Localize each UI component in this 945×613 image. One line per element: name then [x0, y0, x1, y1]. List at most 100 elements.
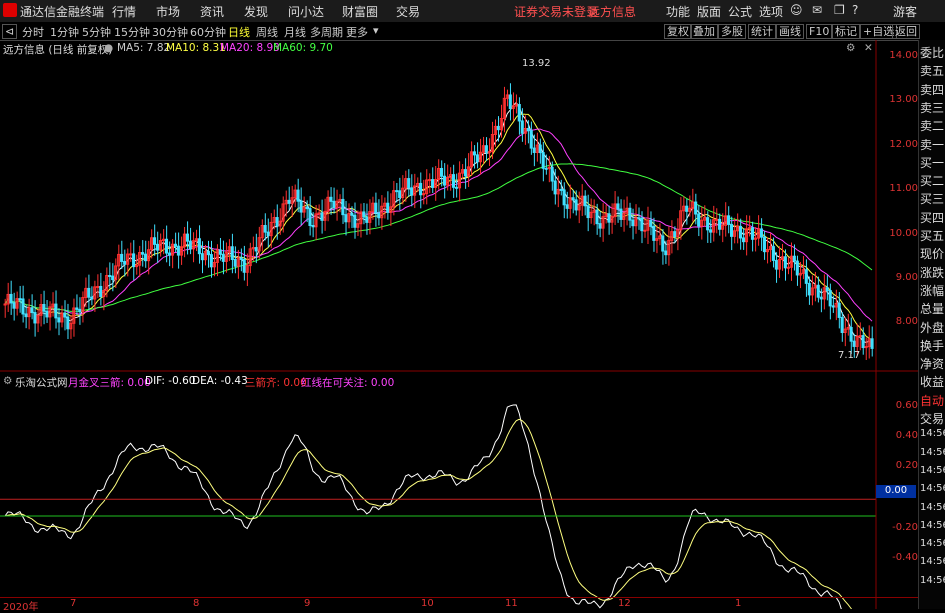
candle-body — [329, 196, 333, 202]
candle-body — [141, 252, 145, 255]
period-60min[interactable]: 60分钟 — [190, 24, 226, 40]
x-tick: 7 — [70, 598, 77, 609]
candle-body — [75, 307, 79, 310]
side-panel-item: 买四 — [920, 210, 945, 225]
menu-layout[interactable]: 版面 — [697, 3, 721, 20]
candle-body — [729, 223, 734, 237]
candle-body — [305, 206, 309, 210]
candle-body — [786, 266, 790, 269]
candle-body — [583, 195, 587, 207]
y-tick: 12.00 — [889, 139, 918, 150]
candle-body — [428, 179, 432, 182]
candle-body — [185, 233, 189, 242]
menu-formula[interactable]: 公式 — [728, 3, 752, 20]
candle-body — [454, 186, 459, 189]
candle-body — [541, 152, 545, 169]
menu-market[interactable]: 市场 — [156, 3, 180, 20]
candle-body — [66, 316, 70, 330]
macd-y-tick: 0.60 — [895, 400, 918, 411]
period-daily[interactable]: 日线 — [228, 24, 250, 40]
back-icon[interactable]: ⊲ — [2, 24, 18, 39]
macd-y-tick: -0.20 — [892, 522, 918, 533]
period-monthly[interactable]: 月线 — [284, 24, 306, 40]
candle-body — [200, 253, 204, 261]
candle-body — [727, 215, 731, 225]
period-15min[interactable]: 15分钟 — [114, 24, 150, 40]
face-icon[interactable]: ☺ — [790, 3, 803, 17]
period-30min[interactable]: 30分钟 — [152, 24, 188, 40]
quote-side-panel[interactable]: 委比 卖五 卖四 卖三 卖二 卖一 买一 买二 买三 买四 买五 现价 涨跌 涨幅 总量 外盘 换手 净资 收益 自动… — [918, 40, 945, 609]
candle-body — [706, 217, 710, 231]
side-panel-item: 买二 — [920, 174, 945, 189]
adjust-button[interactable]: 复权 — [664, 24, 692, 39]
candle-body — [816, 284, 820, 298]
low-price-label: 7.17 — [838, 350, 861, 361]
candle-body — [864, 346, 868, 349]
side-panel-item: 卖一 — [920, 137, 945, 152]
menu-trade[interactable]: 交易 — [396, 3, 420, 20]
menu-news[interactable]: 资讯 — [200, 3, 224, 20]
x-tick: 8 — [193, 598, 200, 609]
candle-body — [45, 310, 49, 318]
period-multi[interactable]: 多周期 — [310, 24, 343, 40]
zero-value-badge: 0.00 — [876, 485, 916, 498]
period-5min[interactable]: 5分钟 — [82, 24, 111, 40]
period-more[interactable]: 更多 — [346, 24, 368, 40]
candle-body — [63, 312, 67, 318]
login-notice[interactable]: 证券交易未登录 — [514, 3, 598, 20]
candle-body — [78, 308, 82, 313]
candle-body — [783, 256, 787, 269]
overlay-button[interactable]: 叠加 — [690, 24, 718, 39]
dea-line — [4, 418, 853, 609]
candle-body — [496, 125, 500, 131]
menu-assistant[interactable]: 问小达 — [288, 3, 324, 20]
side-panel-item: 买五 — [920, 229, 945, 243]
kline-chart[interactable] — [0, 40, 918, 609]
candle-body — [640, 217, 644, 232]
draw-button[interactable]: 画线 — [776, 24, 804, 39]
f10-button[interactable]: F10 — [806, 24, 833, 39]
multi-stock-button[interactable]: 多股 — [718, 24, 746, 39]
menu-function[interactable]: 功能 — [666, 3, 690, 20]
menu-options[interactable]: 选项 — [759, 3, 783, 20]
candle-body — [350, 212, 354, 216]
candle-body — [586, 205, 590, 219]
side-panel-item: 14:56 — [920, 538, 945, 550]
candle-body — [771, 246, 775, 261]
candle-body — [398, 190, 402, 198]
indicator-settings-icon[interactable]: ⚙ — [3, 375, 12, 387]
candle-body — [341, 198, 345, 216]
restore-icon[interactable]: ❐ — [834, 3, 845, 17]
period-1min[interactable]: 1分钟 — [50, 24, 79, 40]
candle-body — [637, 217, 641, 220]
help-icon[interactable]: ? — [852, 3, 858, 17]
indicator-name[interactable]: 乐淘公式网 — [15, 375, 68, 390]
guest-label[interactable]: 游客 — [893, 3, 917, 20]
candle-body — [12, 302, 16, 309]
candle-body — [296, 189, 300, 202]
side-panel-item: 换手 — [920, 338, 945, 353]
candle-body — [750, 227, 755, 240]
menu-wealth[interactable]: 财富圈 — [342, 3, 378, 20]
mark-button[interactable]: 标记 — [832, 24, 860, 39]
candle-body — [254, 247, 258, 252]
candle-body — [120, 253, 124, 262]
candle-body — [538, 144, 542, 154]
candle-body — [825, 287, 829, 291]
period-weekly[interactable]: 周线 — [256, 24, 278, 40]
period-tick[interactable]: 分时 — [22, 24, 44, 40]
return-button[interactable]: 返回 — [892, 24, 920, 39]
menu-discover[interactable]: 发现 — [244, 3, 268, 20]
macd-y-tick: 0.20 — [895, 460, 918, 471]
candle-body — [795, 260, 799, 276]
period-bar: ⊲ 分时 1分钟 5分钟 15分钟 30分钟 60分钟 日线 周线 月线 多周期… — [0, 22, 945, 41]
stats-button[interactable]: 统计 — [748, 24, 776, 39]
chevron-down-icon[interactable]: ▾ — [373, 24, 379, 37]
candle-body — [619, 208, 623, 220]
candle-body — [718, 218, 722, 230]
candle-body — [275, 217, 279, 227]
menu-quotes[interactable]: 行情 — [112, 3, 136, 20]
side-panel-item: 涨幅 — [920, 283, 945, 298]
mail-icon[interactable]: ✉ — [812, 3, 822, 17]
side-panel-item: 收益 — [920, 375, 945, 390]
